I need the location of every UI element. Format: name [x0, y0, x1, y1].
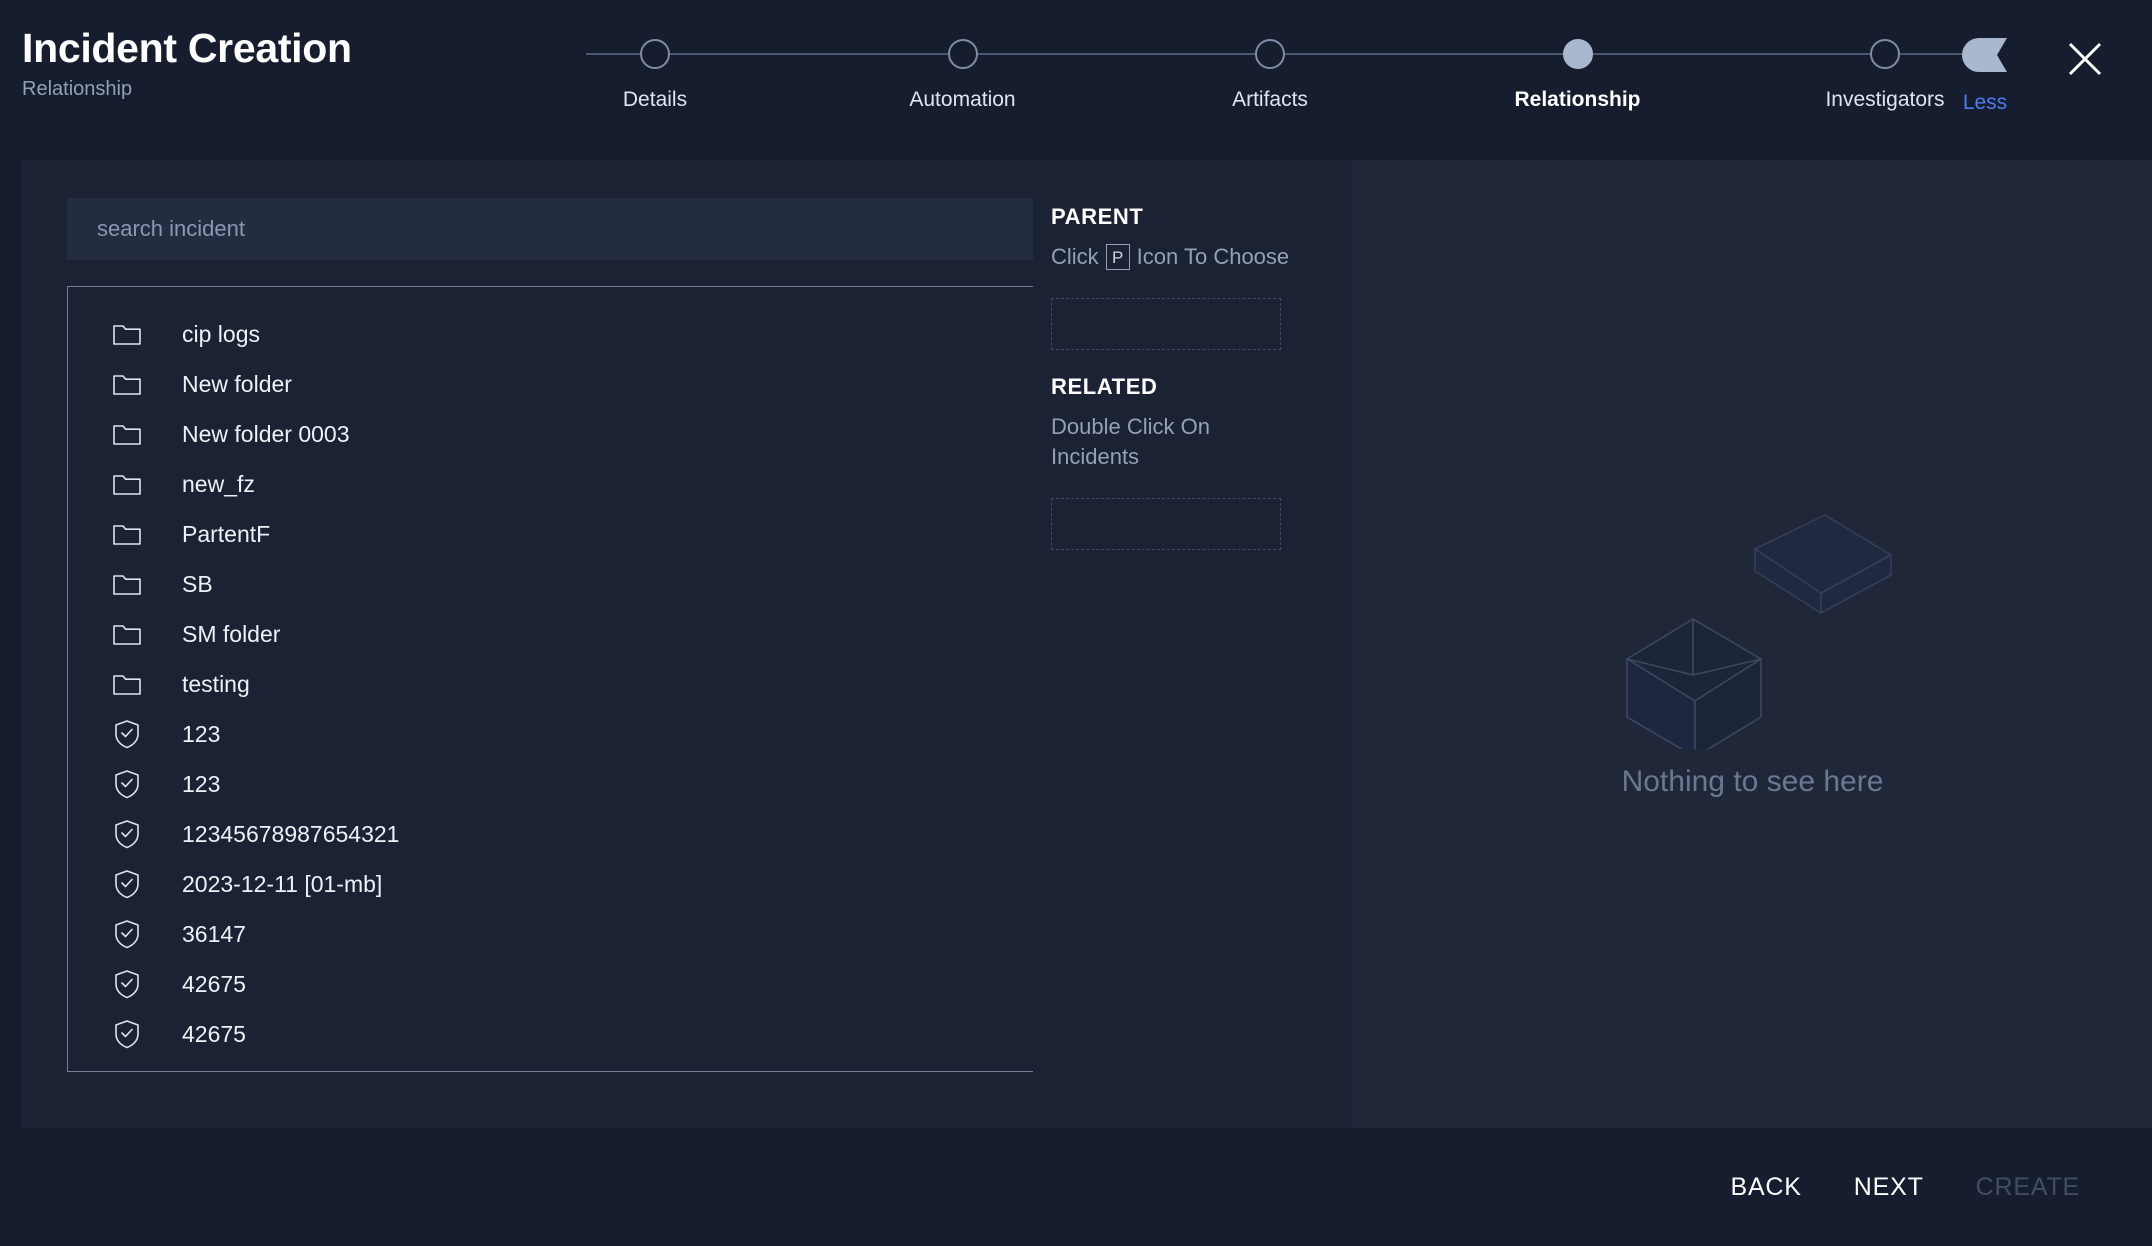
step-label: Details	[623, 88, 687, 112]
list-item-label: 123	[182, 721, 220, 748]
folder-icon	[112, 569, 142, 599]
list-item-label: 12345678987654321	[182, 821, 399, 848]
page-subtitle: Relationship	[22, 76, 352, 102]
folder-icon	[112, 469, 142, 499]
step-artifacts[interactable]: Artifacts	[1155, 22, 1385, 112]
list-item[interactable]: new_fz	[68, 459, 1042, 509]
related-title: RELATED	[1051, 374, 1352, 400]
list-item[interactable]: testing	[68, 659, 1042, 709]
title-block: Incident Creation Relationship	[22, 24, 352, 102]
next-button[interactable]: NEXT	[1828, 1163, 1950, 1212]
step-dot-icon	[1563, 39, 1593, 69]
list-item[interactable]: 42675	[68, 959, 1042, 1009]
p-badge-icon: P	[1106, 244, 1130, 270]
folder-icon	[112, 669, 142, 699]
shield-check-icon	[112, 919, 142, 949]
relationship-pane: PARENT Click P Icon To Choose RELATED Do…	[1033, 160, 1353, 1128]
shield-check-icon	[112, 869, 142, 899]
search-input[interactable]	[67, 198, 1043, 260]
folder-icon	[112, 619, 142, 649]
list-item-label: 42675	[182, 1021, 246, 1048]
shield-check-icon	[112, 969, 142, 999]
shield-check-icon	[112, 719, 142, 749]
stepper-less-toggle[interactable]: Less	[1925, 22, 2045, 115]
related-hint: Double Click On Incidents	[1051, 412, 1241, 472]
ribbon-icon	[1961, 36, 2009, 74]
parent-hint-before: Click	[1051, 242, 1099, 272]
list-item-label: PartentF	[182, 521, 270, 548]
wizard-stepper: DetailsAutomationArtifactsRelationshipIn…	[540, 22, 2000, 132]
folder-icon	[112, 319, 142, 349]
shield-check-icon	[112, 1019, 142, 1049]
list-item[interactable]: 123	[68, 709, 1042, 759]
list-item[interactable]: PartentF	[68, 509, 1042, 559]
folder-icon	[112, 519, 142, 549]
back-button[interactable]: BACK	[1704, 1163, 1827, 1212]
step-label: Relationship	[1514, 88, 1640, 112]
parent-hint: Click P Icon To Choose	[1051, 242, 1352, 272]
incident-creation-wizard: Incident Creation Relationship Details Au…	[0, 0, 2152, 1246]
create-button: CREATE	[1950, 1163, 2106, 1212]
list-item[interactable]: SM folder	[68, 609, 1042, 659]
list-item-label: SM folder	[182, 621, 280, 648]
list-item[interactable]: New folder 0003	[68, 409, 1042, 459]
wizard-footer: BACK NEXT CREATE	[0, 1128, 2152, 1246]
step-automation[interactable]: Automation	[848, 22, 1078, 112]
list-item-label: 42675	[182, 971, 246, 998]
list-item-label: SB	[182, 571, 213, 598]
list-item[interactable]: 12345678987654321	[68, 809, 1042, 859]
step-dot-icon	[1255, 39, 1285, 69]
shield-check-icon	[112, 769, 142, 799]
step-details[interactable]: Details	[540, 22, 770, 112]
related-section: RELATED Double Click On Incidents	[1051, 374, 1352, 550]
empty-state-text: Nothing to see here	[1622, 765, 1884, 799]
section-spacer	[1051, 350, 1352, 374]
list-item-label: 2023-12-11 [01-mb]	[182, 871, 382, 898]
step-relationship[interactable]: Relationship	[1463, 22, 1693, 112]
list-item[interactable]: cip logs	[68, 309, 1042, 359]
list-item-label: cip logs	[182, 321, 260, 348]
parent-dropzone[interactable]	[1051, 298, 1281, 350]
preview-pane: Nothing to see here	[1353, 160, 2152, 1128]
step-label: Artifacts	[1232, 88, 1308, 112]
list-item-label: New folder 0003	[182, 421, 350, 448]
parent-section: PARENT Click P Icon To Choose	[1051, 204, 1352, 350]
folder-icon	[112, 419, 142, 449]
list-item-label: 36147	[182, 921, 246, 948]
folder-icon	[112, 369, 142, 399]
wizard-header: Incident Creation Relationship Details Au…	[0, 0, 2152, 158]
empty-box-icon	[1603, 489, 1903, 749]
incident-browser-pane: cip logs New folder New folder 0003 new_fz P…	[23, 160, 1033, 1128]
step-label: Automation	[909, 88, 1015, 112]
step-dot-icon	[1870, 39, 1900, 69]
shield-check-icon	[112, 819, 142, 849]
related-dropzone[interactable]	[1051, 498, 1281, 550]
close-icon[interactable]	[2056, 30, 2114, 88]
less-label: Less	[1963, 91, 2007, 115]
page-title: Incident Creation	[22, 24, 352, 72]
step-dot-icon	[948, 39, 978, 69]
list-item[interactable]: SB	[68, 559, 1042, 609]
step-dot-icon	[640, 39, 670, 69]
list-item-label: 123	[182, 771, 220, 798]
list-item-label: new_fz	[182, 471, 255, 498]
wizard-content: cip logs New folder New folder 0003 new_fz P…	[22, 160, 2152, 1128]
stepper-steps: DetailsAutomationArtifactsRelationshipIn…	[540, 22, 2000, 132]
list-item[interactable]: 36147	[68, 909, 1042, 959]
list-item-label: testing	[182, 671, 250, 698]
list-item[interactable]: New folder	[68, 359, 1042, 409]
list-item[interactable]: 123	[68, 759, 1042, 809]
list-item[interactable]: 2023-12-11 [01-mb]	[68, 859, 1042, 909]
list-item-label: New folder	[182, 371, 292, 398]
list-item[interactable]: 42675	[68, 1009, 1042, 1059]
parent-title: PARENT	[1051, 204, 1352, 230]
incident-list[interactable]: cip logs New folder New folder 0003 new_fz P…	[67, 286, 1043, 1072]
parent-hint-after: Icon To Choose	[1137, 242, 1289, 272]
